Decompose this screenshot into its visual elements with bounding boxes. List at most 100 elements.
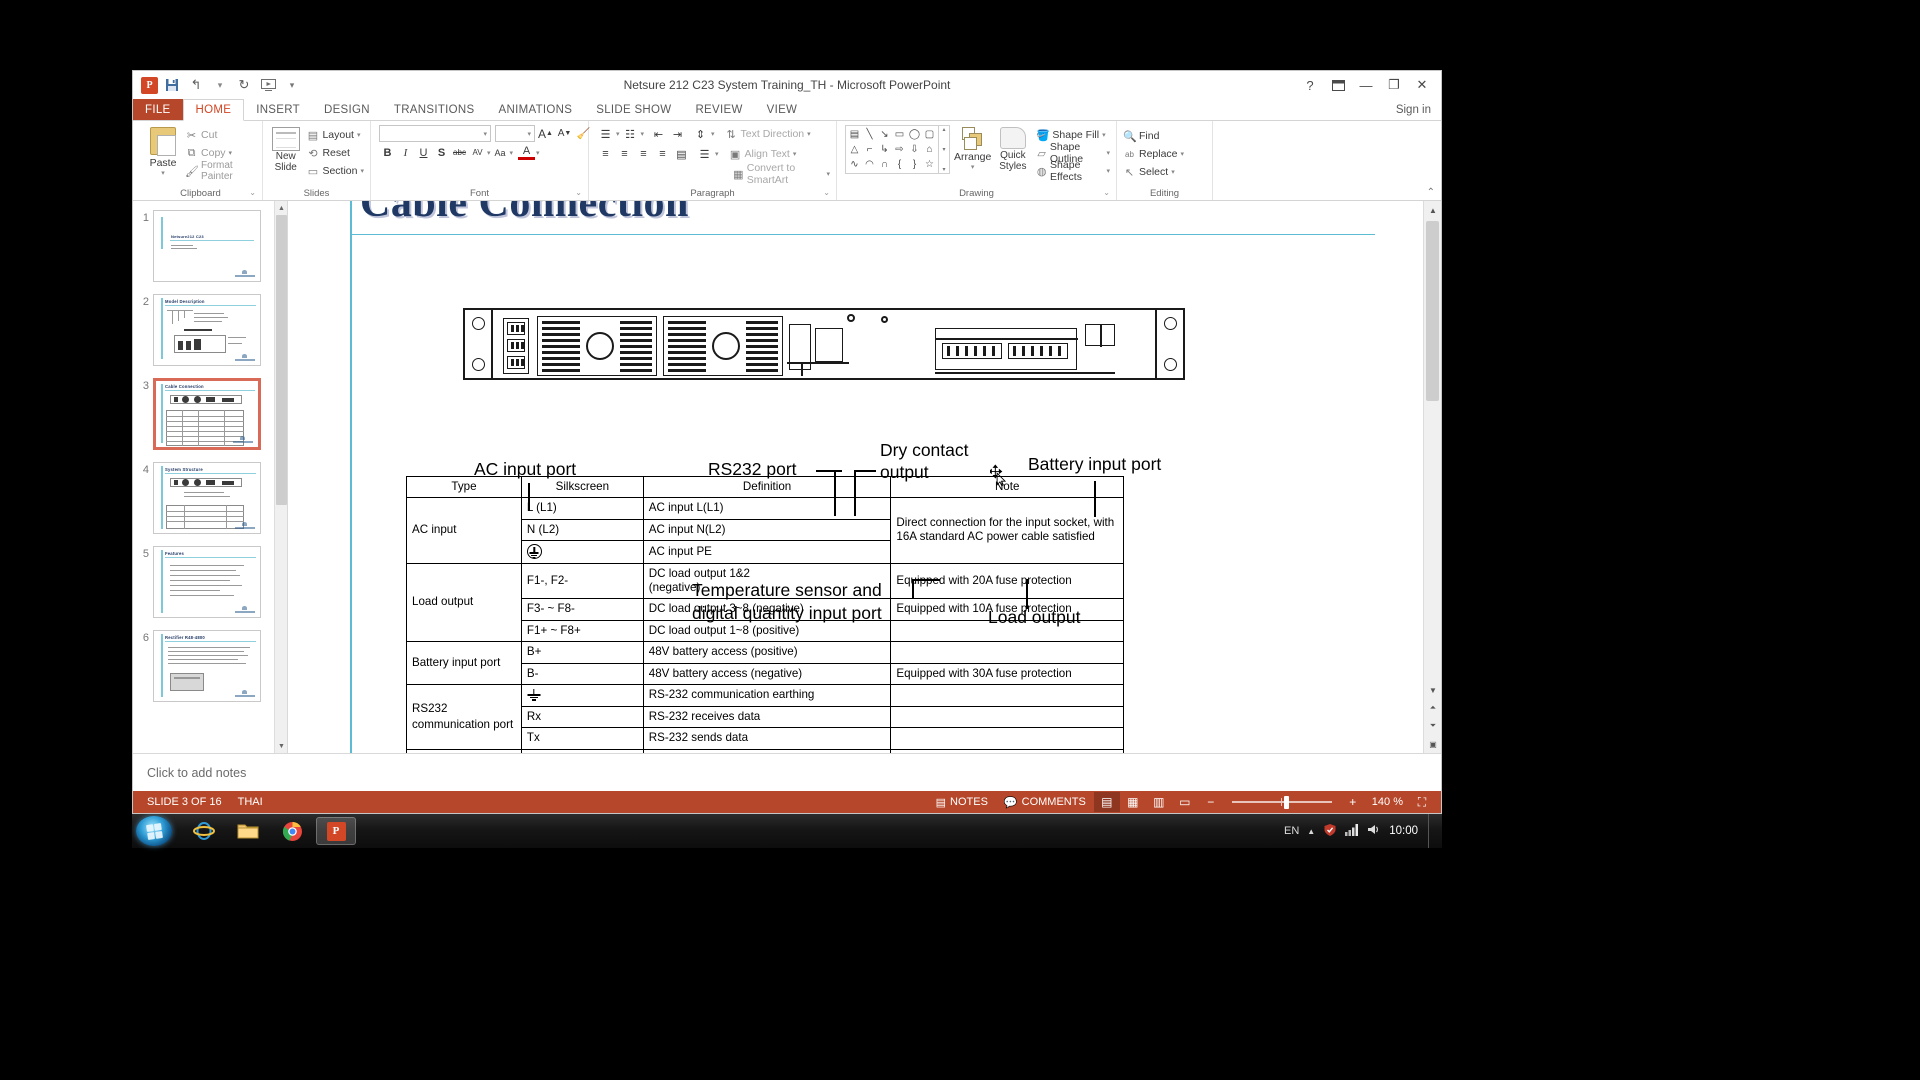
align-text-label[interactable]: Align Text xyxy=(745,148,790,160)
align-right-button[interactable]: ≡ xyxy=(635,146,652,163)
next-slide-icon[interactable]: ⏷ xyxy=(1424,717,1441,735)
reset-button[interactable]: ⟲ Reset xyxy=(304,144,366,162)
shape-rectangle-icon[interactable]: ▭ xyxy=(892,127,907,142)
show-desktop-button[interactable] xyxy=(1428,814,1438,848)
start-button[interactable] xyxy=(136,816,172,846)
bullets-dropdown-icon[interactable]: ▾ xyxy=(616,130,620,138)
tab-slide-show[interactable]: SLIDE SHOW xyxy=(584,99,683,120)
collapse-ribbon-button[interactable]: ⌃ xyxy=(1427,187,1435,198)
decrease-font-size-button[interactable]: A ▼ xyxy=(556,125,573,142)
shape-effects-button[interactable]: ◍ Shape Effects ▾ xyxy=(1034,159,1112,183)
tray-language-indicator[interactable]: EN xyxy=(1284,825,1299,837)
tab-design[interactable]: DESIGN xyxy=(312,99,382,120)
shape-oval-icon[interactable]: ◯ xyxy=(907,127,922,142)
shape-pentagon-icon[interactable]: ⌂ xyxy=(922,142,937,157)
text-columns-button[interactable]: ☰ xyxy=(696,146,713,163)
shape-halfarc-icon[interactable]: ∩ xyxy=(877,157,892,172)
thumbnail-slide-5[interactable]: 5 Features xyxy=(133,543,287,627)
font-dialog-launcher[interactable]: ⌄ xyxy=(575,186,582,199)
notes-toggle-button[interactable]: ▤ NOTES xyxy=(928,791,996,813)
thumbnail-slide-2[interactable]: 2 Model Description xyxy=(133,291,287,375)
shape-line-icon[interactable]: ╲ xyxy=(862,127,877,142)
tray-antivirus-icon[interactable] xyxy=(1323,823,1337,840)
font-name-input[interactable]: ▾ xyxy=(379,125,491,142)
slide-scroll-down-icon[interactable]: ▼ xyxy=(1424,681,1441,699)
previous-slide-icon[interactable]: ⏶ xyxy=(1424,699,1441,717)
justify-button[interactable]: ≡ xyxy=(654,146,671,163)
line-spacing-dropdown-icon[interactable]: ▾ xyxy=(711,130,715,138)
shape-triangle-icon[interactable]: △ xyxy=(847,142,862,157)
italic-button[interactable]: I xyxy=(397,144,414,161)
minimize-button[interactable]: — xyxy=(1353,74,1379,96)
text-shadow-button[interactable]: S xyxy=(433,144,450,161)
section-dropdown-icon[interactable]: ▾ xyxy=(360,167,364,175)
shape-arrow-icon[interactable]: ↘ xyxy=(877,127,892,142)
shapes-gallery[interactable]: ▤ ╲ ↘ ▭ ◯ ▢ △ ⌐ ↳ ⇨ ⇩ ⌂ ∿ ◠ ∩ {} ☆ xyxy=(845,125,939,174)
shape-elbow-arrow-icon[interactable]: ↳ xyxy=(877,142,892,157)
thumbnail-image[interactable]: Rectifier R48-4800 xyxy=(153,630,261,702)
copy-dropdown-icon[interactable]: ▾ xyxy=(229,149,233,157)
fit-slide-to-window-button[interactable]: ⛶ xyxy=(1409,792,1435,812)
redo-icon[interactable]: ↻ xyxy=(234,75,254,95)
replace-button[interactable]: ab Replace ▾ xyxy=(1121,145,1186,163)
underline-button[interactable]: U xyxy=(415,144,432,161)
close-button[interactable]: ✕ xyxy=(1409,74,1435,96)
slide-counter[interactable]: SLIDE 3 OF 16 xyxy=(139,791,230,813)
arrange-button[interactable]: Arrange ▾ xyxy=(954,125,991,171)
tab-view[interactable]: VIEW xyxy=(755,99,810,120)
drawing-dialog-launcher[interactable]: ⌄ xyxy=(1103,186,1110,199)
shape-brace-right-icon[interactable]: } xyxy=(907,157,922,172)
text-direction-label[interactable]: Text Direction xyxy=(741,128,805,140)
view-reading-button[interactable]: ▥ xyxy=(1146,792,1172,812)
zoom-slider[interactable] xyxy=(1231,792,1332,812)
layout-dropdown-icon[interactable]: ▾ xyxy=(357,131,361,139)
undo-dropdown-icon[interactable]: ▾ xyxy=(210,75,230,95)
slide-thumbnail-pane[interactable]: 1 Netsure212 C23 2 Model Description 3 C… xyxy=(133,201,288,753)
thumbnail-scroll-down-icon[interactable]: ▼ xyxy=(275,739,287,753)
paste-button[interactable]: Paste ▾ xyxy=(143,125,183,177)
slide-canvas[interactable]: Cable Connection AC input port RS232 por… xyxy=(288,201,1423,753)
slide-editing-area[interactable]: Cable Connection AC input port RS232 por… xyxy=(288,201,1441,753)
taskbar-internet-explorer[interactable] xyxy=(184,817,224,845)
cut-button[interactable]: ✂ Cut xyxy=(183,126,258,144)
thumbnail-scroll-up-icon[interactable]: ▲ xyxy=(275,201,287,215)
restore-button[interactable]: ❐ xyxy=(1381,74,1407,96)
zoom-out-button[interactable]: − xyxy=(1198,792,1224,812)
strikethrough-button[interactable]: abc xyxy=(451,144,468,161)
paste-dropdown-icon[interactable]: ▾ xyxy=(161,169,165,177)
ribbon-display-options-button[interactable] xyxy=(1325,74,1351,96)
shape-down-arrow-icon[interactable]: ⇩ xyxy=(907,142,922,157)
slide-area-scrollbar[interactable]: ▲ ▼ ⏶ ⏷ ▣ xyxy=(1423,201,1441,753)
shape-textbox-icon[interactable]: ▤ xyxy=(847,127,862,142)
customize-qat-icon[interactable]: ▾ xyxy=(282,75,302,95)
tab-review[interactable]: REVIEW xyxy=(683,99,754,120)
slide-overview-icon[interactable]: ▣ xyxy=(1424,735,1441,753)
shapes-more-icon[interactable]: ▾ xyxy=(939,166,949,173)
find-button[interactable]: 🔍 Find xyxy=(1121,127,1186,145)
view-slide-show-button[interactable]: ▭ xyxy=(1172,792,1198,812)
format-painter-button[interactable]: 🖌 Format Painter xyxy=(183,160,258,182)
tray-network-icon[interactable] xyxy=(1345,823,1359,839)
align-center-button[interactable]: ≡ xyxy=(616,146,633,163)
shape-elbow-icon[interactable]: ⌐ xyxy=(862,142,877,157)
character-spacing-dropdown-icon[interactable]: ▾ xyxy=(487,149,491,157)
view-normal-button[interactable]: ▤ xyxy=(1093,792,1120,812)
slide-title[interactable]: Cable Connection xyxy=(360,201,689,227)
zoom-level[interactable]: 140 % xyxy=(1366,791,1409,813)
tab-insert[interactable]: INSERT xyxy=(244,99,312,120)
character-spacing-button[interactable]: AV xyxy=(469,144,486,161)
paragraph-dialog-launcher[interactable]: ⌄ xyxy=(823,186,830,199)
tray-show-hidden-icon[interactable]: ▲ xyxy=(1307,827,1315,836)
shapes-scroll-down-icon[interactable]: ▾ xyxy=(939,146,949,153)
taskbar-powerpoint[interactable]: P xyxy=(316,817,356,845)
taskbar-file-explorer[interactable] xyxy=(228,817,268,845)
thumbnail-scrollbar-handle[interactable] xyxy=(276,215,287,505)
decrease-indent-button[interactable]: ⇤ xyxy=(650,126,667,143)
slide-scroll-up-icon[interactable]: ▲ xyxy=(1424,201,1441,219)
thumbnail-slide-3[interactable]: 3 Cable Connection xyxy=(133,375,287,459)
undo-icon[interactable]: ↰ xyxy=(186,75,206,95)
numbering-button[interactable]: ☷ xyxy=(622,126,639,143)
line-spacing-button[interactable]: ⇕ xyxy=(692,126,709,143)
notes-pane[interactable]: Click to add notes xyxy=(133,753,1441,791)
columns-button[interactable]: ▤ xyxy=(673,146,690,163)
